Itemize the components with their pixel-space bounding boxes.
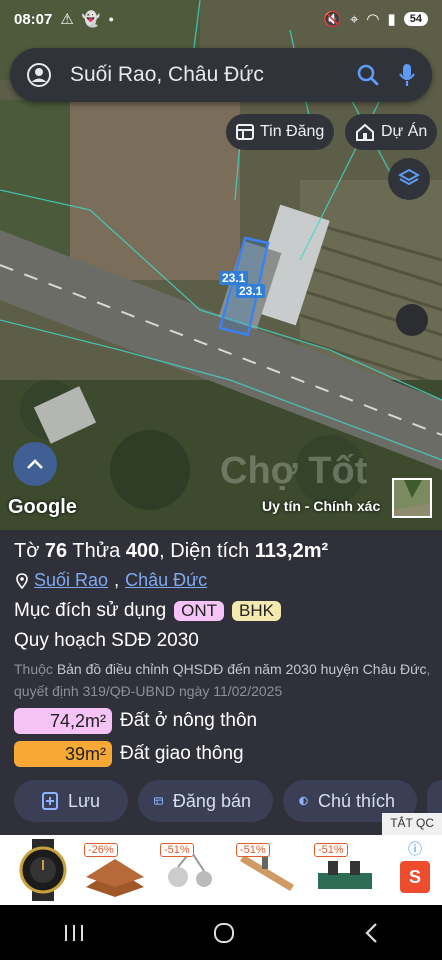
- plan-title: Quy hoạch SDĐ 2030: [14, 630, 199, 651]
- area-value: 113,2m²: [254, 540, 329, 562]
- area-residential-label: Đất ở nông thôn: [120, 710, 258, 731]
- account-icon[interactable]: [26, 62, 52, 88]
- search-bar[interactable]: Suối Rao, Châu Đức: [10, 48, 432, 102]
- map-control-button[interactable]: [396, 304, 428, 336]
- discount-badge: -26%: [84, 843, 118, 857]
- search-input[interactable]: Suối Rao, Châu Đức: [70, 63, 356, 87]
- area-row-traffic: 39m² Đất giao thông: [14, 741, 244, 767]
- ghost-icon: 👻: [81, 11, 101, 28]
- area-residential-value: 74,2m²: [14, 708, 112, 734]
- system-nav-bar: [0, 905, 442, 960]
- ad-product-keychain[interactable]: -51%: [156, 839, 226, 901]
- address: Suối Rao, Châu Đức: [16, 570, 207, 591]
- location-icon: ⌖: [349, 10, 359, 28]
- credibility-text: Uy tín - Chính xác: [262, 498, 381, 514]
- ad-product-watch[interactable]: [8, 839, 78, 901]
- mute-icon: 🔇: [323, 11, 342, 28]
- newspaper-icon: [236, 124, 254, 140]
- close-ad-button[interactable]: TẮT QC: [382, 813, 442, 835]
- contrast-icon: [299, 796, 308, 806]
- warning-icon: ⚠: [60, 11, 74, 28]
- area-traffic-value: 39m²: [14, 741, 112, 767]
- chevron-up-icon: [27, 459, 43, 469]
- recent-apps-icon[interactable]: [63, 923, 85, 943]
- post-sale-button[interactable]: Đăng bán: [138, 780, 273, 822]
- save-label: Lưu: [68, 790, 101, 811]
- sheet-label: Tờ: [14, 540, 40, 562]
- search-icon[interactable]: [356, 63, 380, 87]
- expand-up-button[interactable]: [13, 442, 57, 486]
- status-time: 08:07: [14, 10, 53, 28]
- layers-icon: [398, 168, 420, 186]
- parcel-title: Tờ 76 Thửa 400, Diện tích 113,2m²: [14, 540, 329, 562]
- purpose-row: Mục đích sử dụng ONT BHK: [14, 600, 281, 622]
- sheet-number: 76: [44, 540, 68, 562]
- map-watermark: Chợ Tốt: [220, 450, 368, 492]
- purpose-tag-ont: ONT: [174, 601, 225, 621]
- home-icon[interactable]: [212, 921, 236, 945]
- location-pin-icon: [16, 572, 28, 589]
- discount-badge: -51%: [160, 843, 194, 857]
- parcel-label: 23.1: [219, 271, 249, 285]
- parcel-label: 23.1: [236, 284, 266, 298]
- discount-badge: -51%: [314, 843, 348, 857]
- wifi-icon: ◠: [366, 11, 380, 28]
- street-view-thumbnail[interactable]: [392, 478, 432, 518]
- bookmark-add-icon: [42, 792, 58, 810]
- google-logo: Google: [8, 496, 77, 518]
- ad-product-board[interactable]: -51%: [232, 839, 302, 901]
- layers-button[interactable]: [388, 158, 430, 200]
- lot-label: Thửa: [72, 540, 121, 562]
- purpose-tag-bhk: BHK: [232, 601, 281, 621]
- plan-map-link[interactable]: Bản đồ điều chỉnh QHSDĐ đến năm 2030 huy…: [57, 661, 427, 677]
- ad-product-shelf[interactable]: -26%: [80, 839, 150, 901]
- project-chip-label: Dự Án: [381, 123, 428, 140]
- lot-number: 400: [125, 540, 160, 562]
- project-chip[interactable]: Dự Án: [345, 114, 438, 150]
- area-label: Diện tích: [170, 540, 250, 562]
- listing-chip-label: Tin Đăng: [260, 123, 325, 140]
- satellite-map[interactable]: 23.1 23.1 Chợ Tốt 08:07 ⚠ 👻 ● 🔇 ⌖ ◠ ▮ 54…: [0, 0, 442, 530]
- action-bar: Lưu Đăng bán Chú thích: [14, 780, 442, 822]
- save-button[interactable]: Lưu: [14, 780, 128, 822]
- microphone-icon[interactable]: [398, 62, 416, 88]
- plan-note: Thuộc Bản đồ điều chỉnh QHSDĐ đến năm 20…: [14, 658, 434, 702]
- note-prefix: Thuộc: [14, 661, 53, 677]
- status-bar: 08:07 ⚠ 👻 ● 🔇 ⌖ ◠ ▮ 54: [0, 0, 442, 38]
- ad-product-tool[interactable]: -51%: [310, 839, 380, 901]
- listing-chip[interactable]: Tin Đăng: [226, 114, 335, 150]
- area-traffic-label: Đất giao thông: [120, 743, 244, 764]
- legend-label: Chú thích: [317, 790, 395, 811]
- ad-banner[interactable]: TẮT QC -26% -51% -51% -51% ⓘ S: [0, 813, 442, 905]
- signal-icon: ▮: [387, 11, 396, 28]
- address-separator: ,: [114, 570, 120, 590]
- battery-indicator: 54: [403, 12, 428, 26]
- district-link[interactable]: Châu Đức: [125, 570, 207, 591]
- purpose-label: Mục đích sử dụng: [14, 600, 167, 621]
- area-row-residential: 74,2m² Đất ở nông thôn: [14, 708, 257, 734]
- ward-link[interactable]: Suối Rao: [34, 570, 108, 591]
- dot-icon: ●: [108, 14, 114, 24]
- ad-info-icon[interactable]: ⓘ: [408, 839, 422, 859]
- house-icon: [356, 123, 374, 141]
- shopee-logo: S: [400, 861, 430, 893]
- newspaper-icon: [154, 797, 163, 805]
- discount-badge: -51%: [236, 843, 270, 857]
- post-sale-label: Đăng bán: [172, 790, 251, 811]
- back-icon[interactable]: [363, 922, 379, 944]
- parcel-info-panel: Tờ 76 Thửa 400, Diện tích 113,2m² Suối R…: [0, 530, 442, 835]
